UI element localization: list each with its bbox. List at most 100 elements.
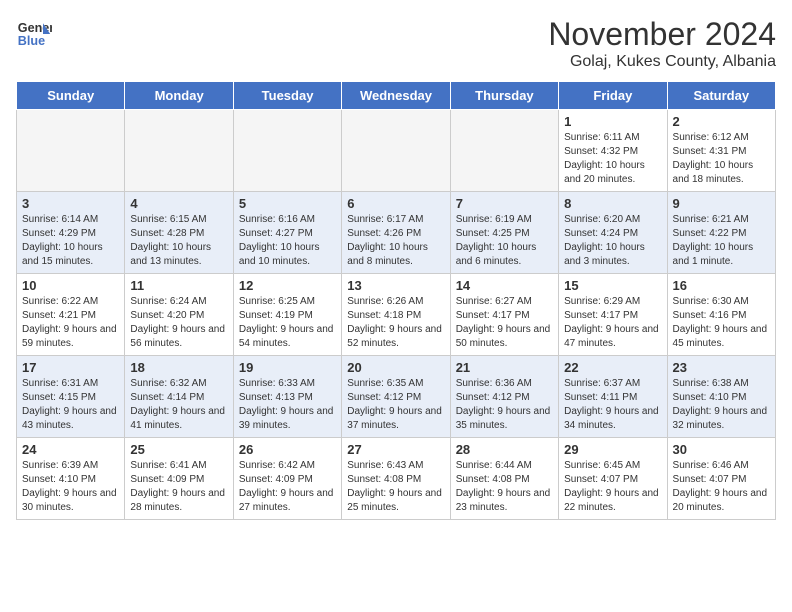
- col-header-friday: Friday: [559, 82, 667, 110]
- day-info: Sunrise: 6:44 AMSunset: 4:08 PMDaylight:…: [456, 459, 553, 515]
- col-header-tuesday: Tuesday: [233, 82, 341, 110]
- title-area: November 2024 Golaj, Kukes County, Alban…: [548, 16, 776, 71]
- day-info: Sunrise: 6:26 AMSunset: 4:18 PMDaylight:…: [347, 295, 444, 351]
- header: General Blue November 2024 Golaj, Kukes …: [16, 16, 776, 71]
- calendar-cell: [17, 110, 125, 192]
- day-info: Sunrise: 6:11 AMSunset: 4:32 PMDaylight:…: [564, 131, 661, 187]
- calendar-cell: 28 Sunrise: 6:44 AMSunset: 4:08 PMDayligh…: [450, 438, 558, 520]
- day-info: Sunrise: 6:32 AMSunset: 4:14 PMDaylight:…: [130, 377, 227, 433]
- subtitle: Golaj, Kukes County, Albania: [548, 53, 776, 71]
- calendar-cell: 22 Sunrise: 6:37 AMSunset: 4:11 PMDayligh…: [559, 356, 667, 438]
- calendar-cell: 23 Sunrise: 6:38 AMSunset: 4:10 PMDayligh…: [667, 356, 775, 438]
- day-number: 22: [564, 360, 661, 375]
- main-title: November 2024: [548, 16, 776, 53]
- calendar-cell: 26 Sunrise: 6:42 AMSunset: 4:09 PMDayligh…: [233, 438, 341, 520]
- calendar-cell: 6Sunrise: 6:17 AMSunset: 4:26 PMDaylight…: [342, 192, 450, 274]
- day-number: 13: [347, 278, 444, 293]
- col-header-thursday: Thursday: [450, 82, 558, 110]
- calendar-cell: 19 Sunrise: 6:33 AMSunset: 4:13 PMDayligh…: [233, 356, 341, 438]
- day-info: Sunrise: 6:30 AMSunset: 4:16 PMDaylight:…: [673, 295, 770, 351]
- day-info: Sunrise: 6:25 AMSunset: 4:19 PMDaylight:…: [239, 295, 336, 351]
- logo-icon: General Blue: [16, 16, 52, 52]
- day-info: Sunrise: 6:42 AMSunset: 4:09 PMDaylight:…: [239, 459, 336, 515]
- calendar-cell: 13 Sunrise: 6:26 AMSunset: 4:18 PMDayligh…: [342, 274, 450, 356]
- calendar-cell: 10 Sunrise: 6:22 AMSunset: 4:21 PMDayligh…: [17, 274, 125, 356]
- day-info: Sunrise: 6:12 AMSunset: 4:31 PMDaylight:…: [673, 131, 770, 187]
- day-number: 10: [22, 278, 119, 293]
- day-info: Sunrise: 6:22 AMSunset: 4:21 PMDaylight:…: [22, 295, 119, 351]
- day-number: 24: [22, 442, 119, 457]
- day-info: Sunrise: 6:38 AMSunset: 4:10 PMDaylight:…: [673, 377, 770, 433]
- col-header-monday: Monday: [125, 82, 233, 110]
- day-info: Sunrise: 6:33 AMSunset: 4:13 PMDaylight:…: [239, 377, 336, 433]
- calendar-cell: 15 Sunrise: 6:29 AMSunset: 4:17 PMDayligh…: [559, 274, 667, 356]
- day-info: Sunrise: 6:31 AMSunset: 4:15 PMDaylight:…: [22, 377, 119, 433]
- calendar-cell: 11Sunrise: 6:24 AMSunset: 4:20 PMDayligh…: [125, 274, 233, 356]
- day-number: 29: [564, 442, 661, 457]
- calendar-cell: [233, 110, 341, 192]
- day-info: Sunrise: 6:16 AMSunset: 4:27 PMDaylight:…: [239, 213, 336, 269]
- calendar-row: 17Sunrise: 6:31 AMSunset: 4:15 PMDayligh…: [17, 356, 776, 438]
- day-number: 28: [456, 442, 553, 457]
- header-row: SundayMondayTuesdayWednesdayThursdayFrid…: [17, 82, 776, 110]
- day-number: 23: [673, 360, 770, 375]
- day-number: 14: [456, 278, 553, 293]
- day-number: 25: [130, 442, 227, 457]
- calendar-cell: 3Sunrise: 6:14 AMSunset: 4:29 PMDaylight…: [17, 192, 125, 274]
- day-info: Sunrise: 6:43 AMSunset: 4:08 PMDaylight:…: [347, 459, 444, 515]
- calendar-cell: 16 Sunrise: 6:30 AMSunset: 4:16 PMDayligh…: [667, 274, 775, 356]
- calendar-cell: 27 Sunrise: 6:43 AMSunset: 4:08 PMDayligh…: [342, 438, 450, 520]
- day-number: 2: [673, 114, 770, 129]
- calendar-cell: 24 Sunrise: 6:39 AMSunset: 4:10 PMDayligh…: [17, 438, 125, 520]
- day-info: Sunrise: 6:41 AMSunset: 4:09 PMDaylight:…: [130, 459, 227, 515]
- day-info: Sunrise: 6:27 AMSunset: 4:17 PMDaylight:…: [456, 295, 553, 351]
- day-number: 16: [673, 278, 770, 293]
- day-info: Sunrise: 6:46 AMSunset: 4:07 PMDaylight:…: [673, 459, 770, 515]
- day-info: Sunrise: 6:21 AMSunset: 4:22 PMDaylight:…: [673, 213, 770, 269]
- calendar-cell: 4Sunrise: 6:15 AMSunset: 4:28 PMDaylight…: [125, 192, 233, 274]
- calendar-cell: 5 Sunrise: 6:16 AMSunset: 4:27 PMDaylight…: [233, 192, 341, 274]
- day-number: 12: [239, 278, 336, 293]
- calendar-cell: 20Sunrise: 6:35 AMSunset: 4:12 PMDayligh…: [342, 356, 450, 438]
- calendar-cell: 18 Sunrise: 6:32 AMSunset: 4:14 PMDayligh…: [125, 356, 233, 438]
- calendar-table: SundayMondayTuesdayWednesdayThursdayFrid…: [16, 81, 776, 520]
- day-info: Sunrise: 6:19 AMSunset: 4:25 PMDaylight:…: [456, 213, 553, 269]
- day-number: 26: [239, 442, 336, 457]
- calendar-cell: 7Sunrise: 6:19 AMSunset: 4:25 PMDaylight…: [450, 192, 558, 274]
- day-number: 30: [673, 442, 770, 457]
- day-number: 19: [239, 360, 336, 375]
- calendar-cell: [450, 110, 558, 192]
- day-info: Sunrise: 6:39 AMSunset: 4:10 PMDaylight:…: [22, 459, 119, 515]
- day-number: 18: [130, 360, 227, 375]
- day-number: 6: [347, 196, 444, 211]
- day-info: Sunrise: 6:36 AMSunset: 4:12 PMDaylight:…: [456, 377, 553, 433]
- calendar-cell: 14 Sunrise: 6:27 AMSunset: 4:17 PMDayligh…: [450, 274, 558, 356]
- calendar-row: 1 Sunrise: 6:11 AMSunset: 4:32 PMDaylight…: [17, 110, 776, 192]
- day-info: Sunrise: 6:35 AMSunset: 4:12 PMDaylight:…: [347, 377, 444, 433]
- col-header-wednesday: Wednesday: [342, 82, 450, 110]
- calendar-cell: 1 Sunrise: 6:11 AMSunset: 4:32 PMDaylight…: [559, 110, 667, 192]
- calendar-cell: 29Sunrise: 6:45 AMSunset: 4:07 PMDayligh…: [559, 438, 667, 520]
- day-number: 27: [347, 442, 444, 457]
- day-number: 8: [564, 196, 661, 211]
- svg-text:Blue: Blue: [18, 34, 45, 48]
- day-number: 9: [673, 196, 770, 211]
- day-info: Sunrise: 6:24 AMSunset: 4:20 PMDaylight:…: [130, 295, 227, 351]
- day-number: 5: [239, 196, 336, 211]
- calendar-cell: 2 Sunrise: 6:12 AMSunset: 4:31 PMDaylight…: [667, 110, 775, 192]
- calendar-cell: 21Sunrise: 6:36 AMSunset: 4:12 PMDayligh…: [450, 356, 558, 438]
- day-info: Sunrise: 6:37 AMSunset: 4:11 PMDaylight:…: [564, 377, 661, 433]
- col-header-sunday: Sunday: [17, 82, 125, 110]
- day-info: Sunrise: 6:20 AMSunset: 4:24 PMDaylight:…: [564, 213, 661, 269]
- calendar-cell: 17Sunrise: 6:31 AMSunset: 4:15 PMDayligh…: [17, 356, 125, 438]
- calendar-cell: [342, 110, 450, 192]
- day-info: Sunrise: 6:29 AMSunset: 4:17 PMDaylight:…: [564, 295, 661, 351]
- calendar-cell: 25 Sunrise: 6:41 AMSunset: 4:09 PMDayligh…: [125, 438, 233, 520]
- col-header-saturday: Saturday: [667, 82, 775, 110]
- day-number: 3: [22, 196, 119, 211]
- calendar-cell: 30 Sunrise: 6:46 AMSunset: 4:07 PMDayligh…: [667, 438, 775, 520]
- day-number: 15: [564, 278, 661, 293]
- calendar-cell: [125, 110, 233, 192]
- day-number: 1: [564, 114, 661, 129]
- day-info: Sunrise: 6:15 AMSunset: 4:28 PMDaylight:…: [130, 213, 227, 269]
